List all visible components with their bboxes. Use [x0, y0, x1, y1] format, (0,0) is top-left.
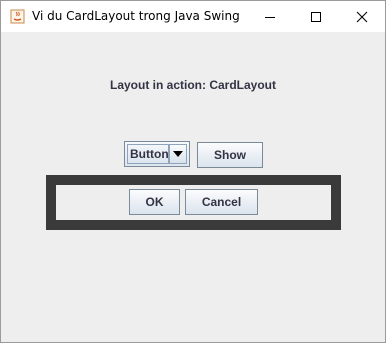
combo-dropdown-button[interactable] — [169, 144, 187, 164]
minimize-icon — [265, 16, 275, 18]
window-title: Vi du CardLayout trong Java Swing — [32, 9, 240, 23]
java-app-icon — [10, 9, 25, 24]
minimize-button[interactable] — [247, 1, 293, 32]
ok-button[interactable]: OK — [129, 189, 180, 215]
chevron-down-icon — [173, 151, 183, 157]
content-pane: Layout in action: CardLayout Button Show… — [1, 32, 385, 342]
close-button[interactable] — [339, 1, 385, 32]
card-combo-box[interactable]: Button — [124, 141, 190, 167]
title-bar[interactable]: Vi du CardLayout trong Java Swing — [1, 1, 385, 32]
app-window: Vi du CardLayout trong Java Swing Layout… — [0, 0, 386, 343]
show-button[interactable]: Show — [197, 142, 263, 168]
maximize-icon — [311, 11, 321, 22]
combo-selected-value: Button — [127, 144, 169, 164]
maximize-button[interactable] — [293, 1, 339, 32]
cancel-button[interactable]: Cancel — [185, 189, 258, 215]
close-icon — [356, 11, 368, 22]
heading-label: Layout in action: CardLayout — [109, 78, 276, 92]
